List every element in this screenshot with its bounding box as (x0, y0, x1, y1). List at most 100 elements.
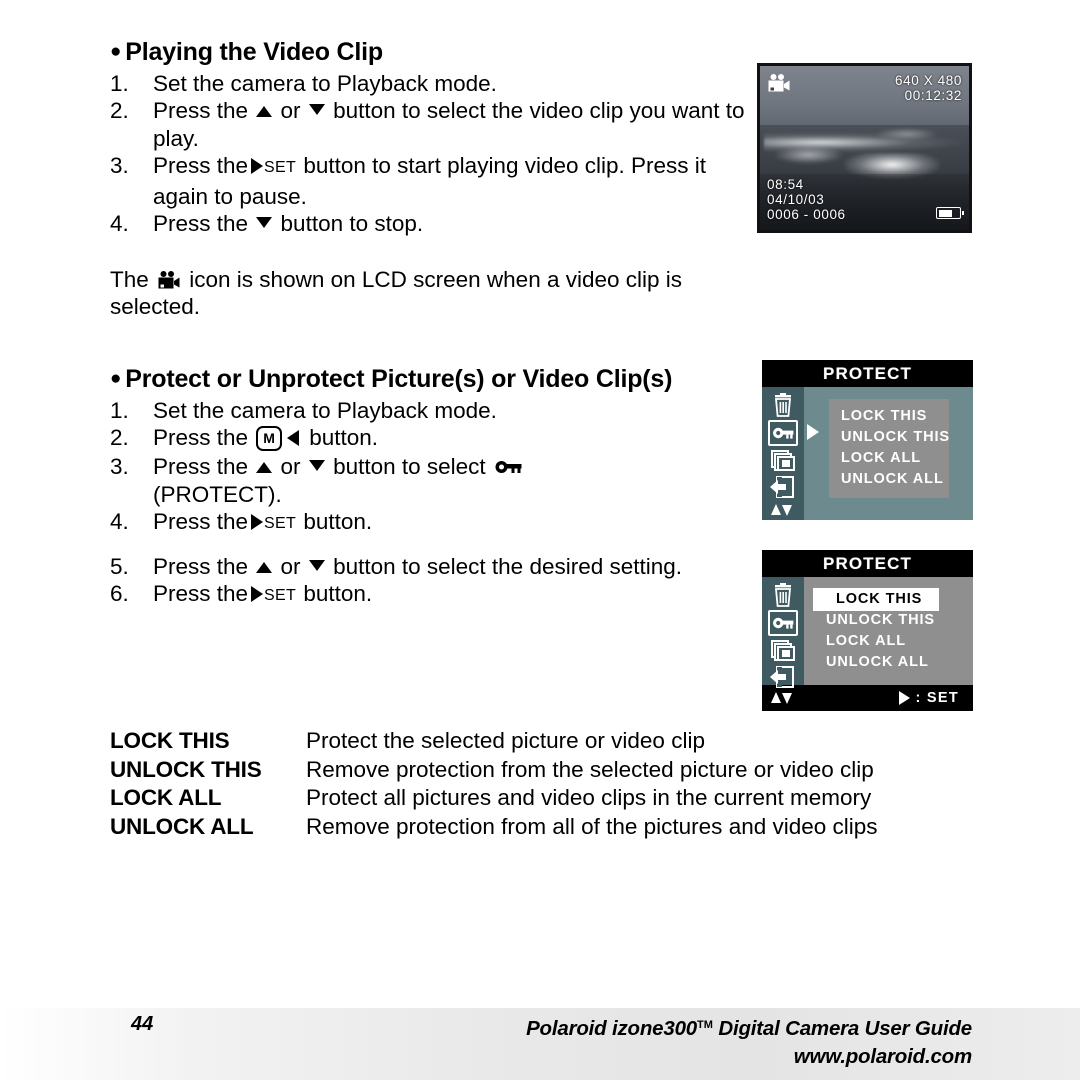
lcd-file-counter: 0006 - 0006 (767, 207, 846, 222)
set-label: SET (264, 587, 297, 604)
step-number: 6. (110, 581, 129, 606)
step-text-pre: Press the (153, 553, 255, 579)
definition-term: LOCK ALL (110, 785, 222, 810)
step-text-mid: or (274, 98, 307, 124)
video-camera-icon (158, 270, 180, 289)
menu-option-list: LOCK THIS UNLOCK THIS LOCK ALL UNLOCK AL… (804, 577, 973, 685)
key-icon (768, 420, 798, 446)
triangle-up-icon (256, 561, 273, 573)
definition-description: Remove protection from the selected pict… (306, 756, 874, 782)
trash-icon (775, 393, 791, 417)
menu-item-unlock-all[interactable]: UNLOCK ALL (804, 652, 973, 673)
menu-item-unlock-this[interactable]: UNLOCK THIS (829, 427, 949, 448)
step-text-pre: Press the (153, 98, 255, 124)
menu-item-lock-this[interactable]: LOCK THIS (814, 589, 939, 610)
menu-item-lock-this[interactable]: LOCK THIS (829, 406, 949, 427)
step-text-pre: Press the (153, 454, 255, 479)
steps-list-protect-a: 1. Set the camera to Playback mode. 2. Pre… (110, 397, 750, 539)
step-number: 2. (110, 425, 129, 450)
footer-website[interactable]: www.polaroid.com (526, 1043, 972, 1071)
menu-option-list: LOCK THIS UNLOCK THIS LOCK ALL UNLOCK AL… (829, 399, 949, 498)
menu-item-lock-all[interactable]: LOCK ALL (804, 631, 973, 652)
step-text-pre: Press the (153, 153, 249, 179)
step-text-post: button to stop. (274, 211, 424, 237)
definition-description: Protect the selected picture or video cl… (306, 728, 705, 753)
note-text-post: icon is shown on LCD screen when a video… (110, 266, 683, 320)
definition-row: LOCK ALL Protect all pictures and video … (110, 784, 978, 813)
transfer-icon (770, 666, 794, 688)
copy-icon (771, 450, 795, 471)
footer-product: Polaroid izone300 (526, 1017, 697, 1040)
menu-title: PROTECT (762, 360, 973, 387)
steps-list-playing-video: 1. Set the camera to Playback mode. 2. Pre… (110, 70, 750, 238)
video-camera-icon (768, 74, 790, 92)
step-item: 4. Press the SET button. (110, 508, 750, 539)
lcd-duration: 00:12:32 (904, 88, 962, 103)
triangle-down-icon (308, 460, 325, 471)
up-down-arrows-icon (771, 504, 792, 516)
bullet-icon: ● (110, 41, 122, 62)
copy-icon (771, 640, 795, 661)
key-protect-icon (495, 461, 522, 473)
menu-body: LOCK THIS UNLOCK THIS LOCK ALL UNLOCK AL… (762, 387, 973, 520)
transfer-icon (770, 476, 794, 498)
body-text-column: ● Playing the Video Clip 1. Set the camera… (110, 38, 750, 611)
heading-text: Playing the Video Clip (125, 38, 383, 66)
step-text-pre: Press the (153, 211, 255, 237)
camera-lcd-playback-screenshot: 640 X 480 00:12:32 08:54 04/10/03 0006 -… (757, 63, 972, 233)
step-item: 4. Press the button to stop. (110, 210, 750, 238)
menu-icon-sidebar (762, 577, 804, 688)
triangle-up-icon (256, 462, 273, 473)
set-hint-label: : SET (915, 690, 959, 706)
menu-options-pane: LOCK THIS UNLOCK THIS LOCK ALL UNLOCK AL… (804, 387, 973, 520)
heading-text: Protect or Unprotect Picture(s) or Video… (125, 364, 673, 393)
manual-page: ● Playing the Video Clip 1. Set the camera… (0, 0, 1080, 1080)
step-text-paren: (PROTECT). (153, 481, 282, 507)
triangle-down-icon (308, 559, 325, 571)
step-number: 1. (110, 70, 129, 96)
caret-right-icon (807, 424, 819, 440)
menu-body: LOCK THIS UNLOCK THIS LOCK ALL UNLOCK AL… (762, 577, 973, 688)
step-number: 4. (110, 509, 129, 534)
step-text-post: button to select the desired setting. (326, 553, 683, 579)
set-label: SET (264, 159, 297, 177)
step-text-post: button to select (326, 454, 492, 479)
menu-item-unlock-all[interactable]: UNLOCK ALL (829, 469, 949, 490)
step-number: 5. (110, 553, 129, 579)
menu-title: PROTECT (762, 550, 973, 577)
triangle-right-icon (251, 586, 264, 602)
lcd-resolution-duration: 640 X 480 00:12:32 (895, 73, 962, 103)
menu-item-unlock-this[interactable]: UNLOCK THIS (804, 610, 973, 631)
menu-item-lock-all[interactable]: LOCK ALL (829, 448, 949, 469)
trash-icon (775, 583, 791, 607)
step-item: 2. Press the M button. (110, 424, 750, 453)
triangle-right-icon (251, 514, 264, 530)
definition-description: Protect all pictures and video clips in … (306, 785, 872, 810)
video-icon-note: The icon is shown on LCD screen when a v… (110, 266, 750, 321)
step-text: Set the camera to Playback mode. (153, 70, 497, 96)
step-number: 4. (110, 211, 129, 237)
definition-term: LOCK THIS (110, 728, 230, 753)
menu-icon-sidebar (762, 387, 804, 520)
footer-guide-title: Polaroid izone300TM Digital Camera User … (526, 1011, 972, 1043)
step-text-post: button. (297, 581, 373, 606)
trademark-symbol: TM (696, 1019, 713, 1031)
step-item: 1. Set the camera to Playback mode. (110, 397, 750, 425)
step-text-mid: or (274, 553, 307, 579)
triangle-up-icon (256, 106, 273, 118)
protect-options-definition-list: LOCK THIS Protect the selected picture o… (110, 727, 978, 841)
mode-button-icon: M (256, 426, 282, 451)
step-item: 3. Press the or button to select (PROTECT… (110, 453, 750, 508)
page-number: 44 (131, 1013, 154, 1035)
step-text-post: button. (302, 425, 379, 450)
lcd-time-date-counter: 08:54 04/10/03 0006 - 0006 (767, 177, 846, 222)
footer-guide-subtitle: Digital Camera User Guide (718, 1017, 972, 1040)
step-text-mid: or (274, 454, 307, 479)
lcd-date: 04/10/03 (767, 192, 825, 207)
triangle-left-icon (286, 430, 299, 446)
protect-menu-screenshot-2: PROTECT LOCK THIS UNLOCK THIS LOCK ALL U… (762, 550, 973, 711)
definition-term: UNLOCK THIS (110, 756, 262, 782)
lcd-time: 08:54 (767, 177, 804, 192)
